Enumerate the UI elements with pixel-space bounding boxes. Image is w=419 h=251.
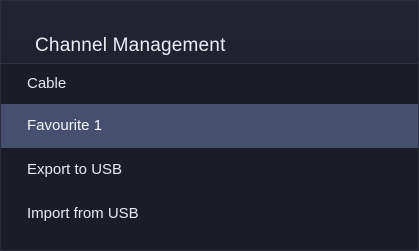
channel-management-panel: Channel Management Cable Favourite 1 Exp… — [0, 0, 419, 251]
panel-header: Channel Management — [1, 1, 418, 64]
menu-item-favourite-1[interactable]: Favourite 1 — [1, 104, 418, 148]
menu-item-cable[interactable]: Cable — [1, 64, 418, 104]
menu-item-export-to-usb[interactable]: Export to USB — [1, 148, 418, 192]
menu-list: Cable Favourite 1 Export to USB Import f… — [1, 64, 418, 236]
menu-item-import-from-usb[interactable]: Import from USB — [1, 192, 418, 236]
panel-title: Channel Management — [35, 35, 226, 56]
